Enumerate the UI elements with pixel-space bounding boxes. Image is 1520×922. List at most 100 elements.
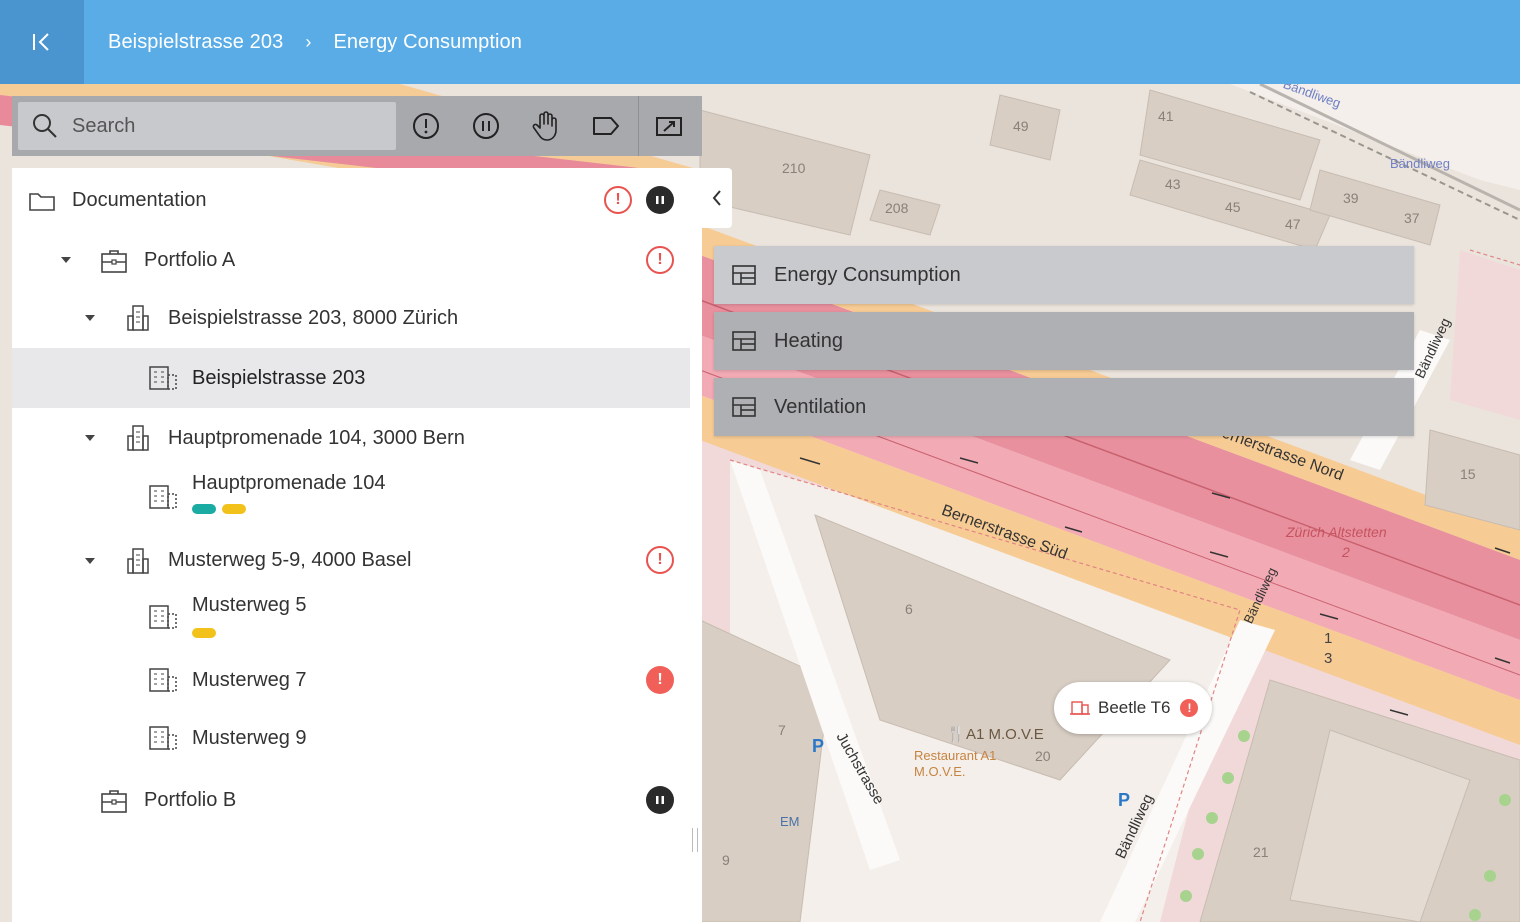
edit-view-button[interactable] xyxy=(639,96,699,156)
parking-bike-icon: P xyxy=(812,736,825,756)
layer-option-ventilation[interactable]: Ventilation xyxy=(714,378,1414,436)
filter-pause-button[interactable] xyxy=(456,96,516,156)
tree-item-label: Portfolio B xyxy=(144,788,237,811)
tree-item-label: Musterweg 9 xyxy=(192,726,307,749)
building-icon xyxy=(149,366,177,390)
panel-resize-handle[interactable] xyxy=(692,828,698,852)
device-icon xyxy=(1070,701,1090,715)
site-buildings-icon xyxy=(127,548,149,574)
layer-option-heating[interactable]: Heating xyxy=(714,312,1414,370)
dashboard-layout-icon xyxy=(732,397,756,417)
map-house-number: 7 xyxy=(778,722,786,738)
map-house-number: 49 xyxy=(1013,118,1029,134)
tag-pill-yellow xyxy=(192,628,216,638)
map-house-number: 41 xyxy=(1158,108,1174,124)
building-icon xyxy=(149,726,177,750)
collapse-panel-button[interactable] xyxy=(702,168,732,228)
tree-item-label: Musterweg 5-9, 4000 Basel xyxy=(168,548,412,571)
tree-item-building[interactable]: Musterweg 5 xyxy=(12,584,690,650)
tree-item-label: Beispielstrasse 203 xyxy=(192,366,366,389)
tree-root-label: Documentation xyxy=(72,188,207,211)
tree-item-label: Hauptpromenade 104 xyxy=(192,472,386,494)
map-house-number: 6 xyxy=(905,601,913,617)
chevron-left-icon xyxy=(712,190,721,206)
tree-item-label: Musterweg 5 xyxy=(192,594,307,616)
paused-badge-icon[interactable] xyxy=(646,786,674,814)
filter-hand-button[interactable] xyxy=(516,96,576,156)
tree-item-building[interactable]: Hauptpromenade 104 xyxy=(12,464,690,530)
tag-pill-yellow xyxy=(222,504,246,514)
edit-view-icon xyxy=(656,117,682,136)
tree-item-building[interactable]: Musterweg 7 ! xyxy=(12,650,690,710)
sidebar-tree-panel: Documentation ! Portfolio A ! Beispielst… xyxy=(12,168,702,922)
site-buildings-icon xyxy=(127,425,149,451)
alert-icon xyxy=(413,113,439,139)
building-icon xyxy=(149,668,177,692)
expand-caret-icon[interactable] xyxy=(85,558,95,564)
station-label-baendliweg: Bändliweg xyxy=(1390,156,1450,171)
error-badge-icon: ! xyxy=(1180,699,1199,717)
filter-tag-button[interactable] xyxy=(576,96,636,156)
search-icon xyxy=(33,114,57,138)
dashboard-layout-icon xyxy=(732,265,756,285)
search-input[interactable]: Search xyxy=(18,102,396,150)
tree-item-portfolio[interactable]: Portfolio A ! xyxy=(12,230,690,290)
briefcase-icon xyxy=(101,250,127,273)
tree-item-label: Beispielstrasse 203, 8000 Zürich xyxy=(168,306,459,329)
filter-alert-button[interactable] xyxy=(396,96,456,156)
tree-item-portfolio[interactable]: Portfolio B xyxy=(12,770,690,830)
warning-badge-icon[interactable]: ! xyxy=(646,546,674,574)
expand-caret-icon[interactable] xyxy=(85,435,95,441)
tree-item-label: Musterweg 7 xyxy=(192,668,307,691)
hand-icon xyxy=(532,111,557,141)
map-house-number: 39 xyxy=(1343,190,1359,206)
paused-badge-icon[interactable] xyxy=(646,186,674,214)
tree-item-building-selected[interactable]: Beispielstrasse 203 xyxy=(12,348,690,408)
dashboard-layout-icon xyxy=(732,331,756,351)
map-house-number: 43 xyxy=(1165,176,1181,192)
building-icon xyxy=(149,485,177,509)
poi-label-a1-move: A1 M.O.V.E xyxy=(966,726,1044,743)
search-placeholder: Search xyxy=(72,114,136,137)
tree-root-documentation[interactable]: Documentation ! xyxy=(12,170,690,230)
folder-icon xyxy=(29,193,55,211)
expand-caret-icon[interactable] xyxy=(85,315,95,321)
pause-icon xyxy=(473,113,499,139)
tree-item-site[interactable]: Hauptpromenade 104, 3000 Bern xyxy=(12,408,690,468)
warning-badge-icon[interactable]: ! xyxy=(604,186,632,214)
layer-option-energy-consumption[interactable]: Energy Consumption xyxy=(714,246,1414,304)
track-number: 3 xyxy=(1324,650,1333,667)
station-platform-label: 2 xyxy=(1342,544,1350,560)
tree-item-site[interactable]: Musterweg 5-9, 4000 Basel ! xyxy=(12,530,690,590)
breadcrumb-page: Energy Consumption xyxy=(333,30,523,53)
restaurant-icon: 🍴 xyxy=(946,726,966,743)
tree-item-site[interactable]: Beispielstrasse 203, 8000 Zürich xyxy=(12,288,690,348)
parking-bike-icon: P xyxy=(1118,790,1131,810)
map-marker-beetle-t6[interactable]: Beetle T6 ! xyxy=(1054,682,1212,734)
tree-item-building[interactable]: Musterweg 9 xyxy=(12,708,690,768)
pause-glyph-icon xyxy=(656,196,664,204)
poi-label-em: EM xyxy=(780,814,800,829)
collapse-sidebar-button[interactable] xyxy=(0,0,84,84)
error-badge-icon[interactable]: ! xyxy=(646,666,674,694)
layer-label: Heating xyxy=(774,329,843,352)
collapse-left-icon xyxy=(33,33,49,51)
map-house-number: 9 xyxy=(722,852,730,868)
briefcase-icon xyxy=(101,790,127,813)
building-icon xyxy=(149,605,177,629)
sidebar-toolbar: Search xyxy=(12,96,702,156)
warning-badge-icon[interactable]: ! xyxy=(646,246,674,274)
tag-pill-teal xyxy=(192,504,216,514)
map-house-number: 208 xyxy=(885,200,909,216)
layer-label: Energy Consumption xyxy=(774,263,961,286)
tree-item-label: Hauptpromenade 104, 3000 Bern xyxy=(168,426,465,449)
breadcrumb-building[interactable]: Beispielstrasse 203 xyxy=(108,31,283,54)
layer-label: Ventilation xyxy=(774,395,867,418)
map-house-number: 37 xyxy=(1404,210,1420,226)
map-house-number: 47 xyxy=(1285,216,1301,232)
marker-label: Beetle T6 xyxy=(1098,698,1171,717)
map-house-number: 20 xyxy=(1035,748,1051,764)
site-buildings-icon xyxy=(127,305,149,331)
tag-icon xyxy=(593,117,619,135)
expand-caret-icon[interactable] xyxy=(61,257,71,263)
